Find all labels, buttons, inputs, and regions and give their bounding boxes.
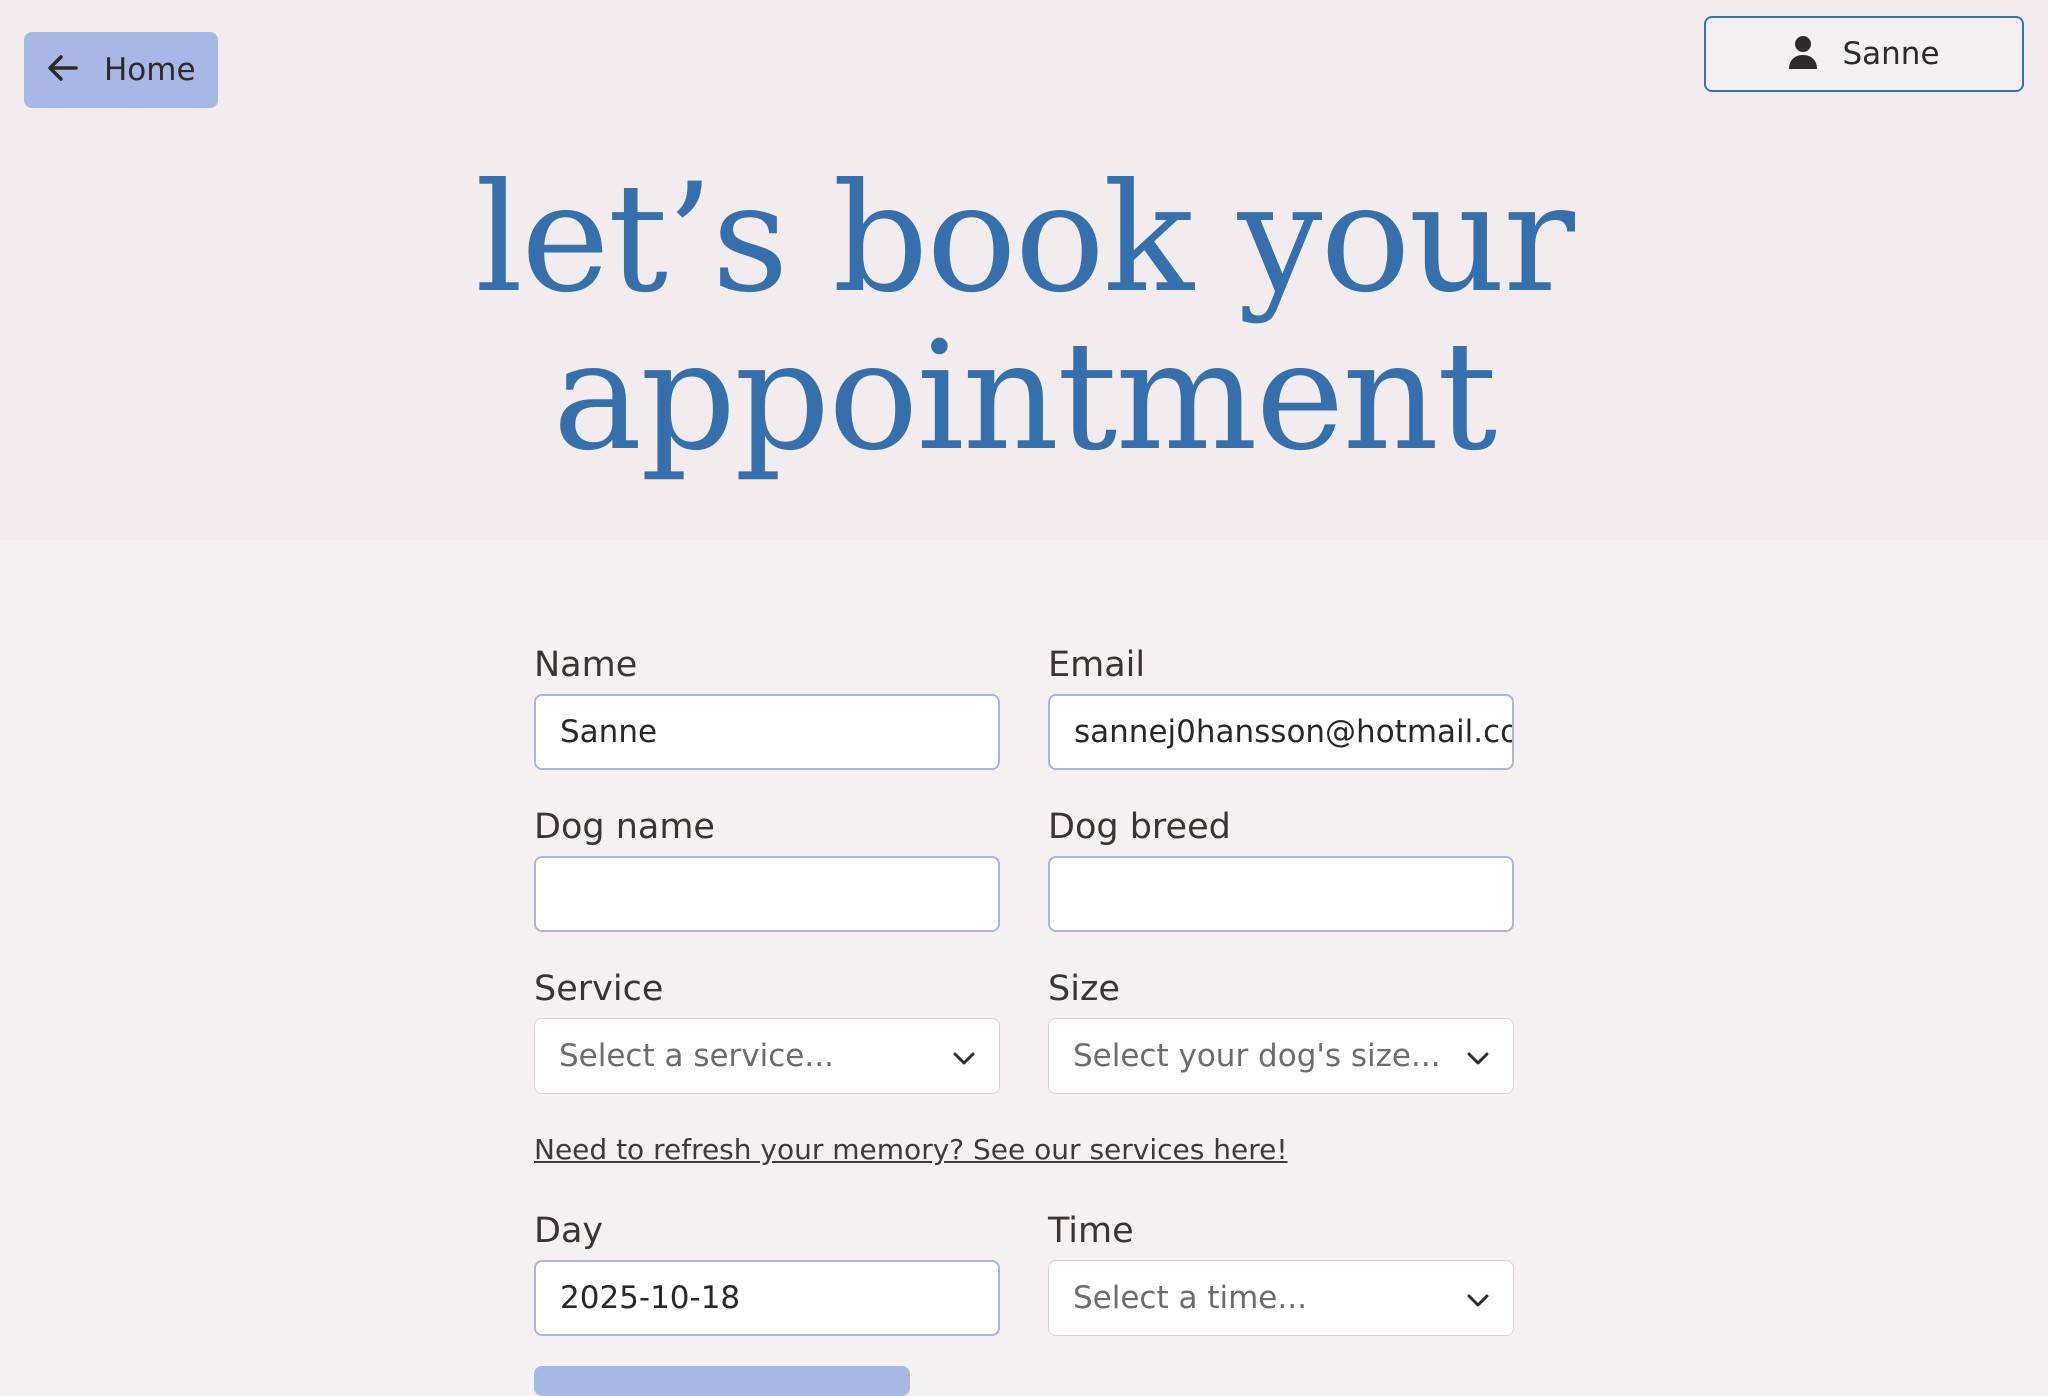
dog-breed-input[interactable] [1048, 856, 1514, 932]
day-input[interactable]: 2025-10-18 [534, 1260, 1000, 1336]
time-label: Time [1048, 1211, 1134, 1251]
email-input[interactable]: sannej0hansson@hotmail.co [1048, 694, 1514, 770]
home-button-label: Home [104, 52, 196, 88]
size-select[interactable]: Select your dog's size... [1048, 1018, 1514, 1094]
hero-section: Home Sanne let’s book your appointment [0, 0, 2048, 540]
size-label: Size [1048, 969, 1120, 1009]
dog-name-label: Dog name [534, 807, 715, 847]
home-button[interactable]: Home [24, 32, 218, 108]
chevron-down-icon [1467, 1038, 1489, 1074]
dog-name-input[interactable] [534, 856, 1000, 932]
name-input[interactable]: Sanne [534, 694, 1000, 770]
name-label: Name [534, 645, 638, 685]
time-select-value: Select a time... [1073, 1280, 1307, 1316]
services-link[interactable]: Need to refresh your memory? See our ser… [534, 1133, 1288, 1166]
service-select-value: Select a service... [559, 1038, 834, 1074]
arrow-left-icon [48, 55, 78, 85]
chevron-down-icon [953, 1038, 975, 1074]
page-title-line-2: appointment [552, 310, 1498, 484]
user-account-button[interactable]: Sanne [1704, 16, 2024, 92]
size-select-value: Select your dog's size... [1073, 1038, 1441, 1074]
day-label: Day [534, 1211, 604, 1251]
user-icon [1788, 35, 1818, 73]
chevron-down-icon [1467, 1280, 1489, 1316]
email-label: Email [1048, 645, 1146, 685]
service-select[interactable]: Select a service... [534, 1018, 1000, 1094]
page-title: let’s book your appointment [0, 160, 2048, 476]
page-title-line-1: let’s book your [475, 152, 1575, 326]
user-button-label: Sanne [1842, 36, 1940, 72]
submit-button[interactable] [534, 1366, 910, 1396]
service-label: Service [534, 969, 664, 1009]
dog-breed-label: Dog breed [1048, 807, 1231, 847]
time-select[interactable]: Select a time... [1048, 1260, 1514, 1336]
